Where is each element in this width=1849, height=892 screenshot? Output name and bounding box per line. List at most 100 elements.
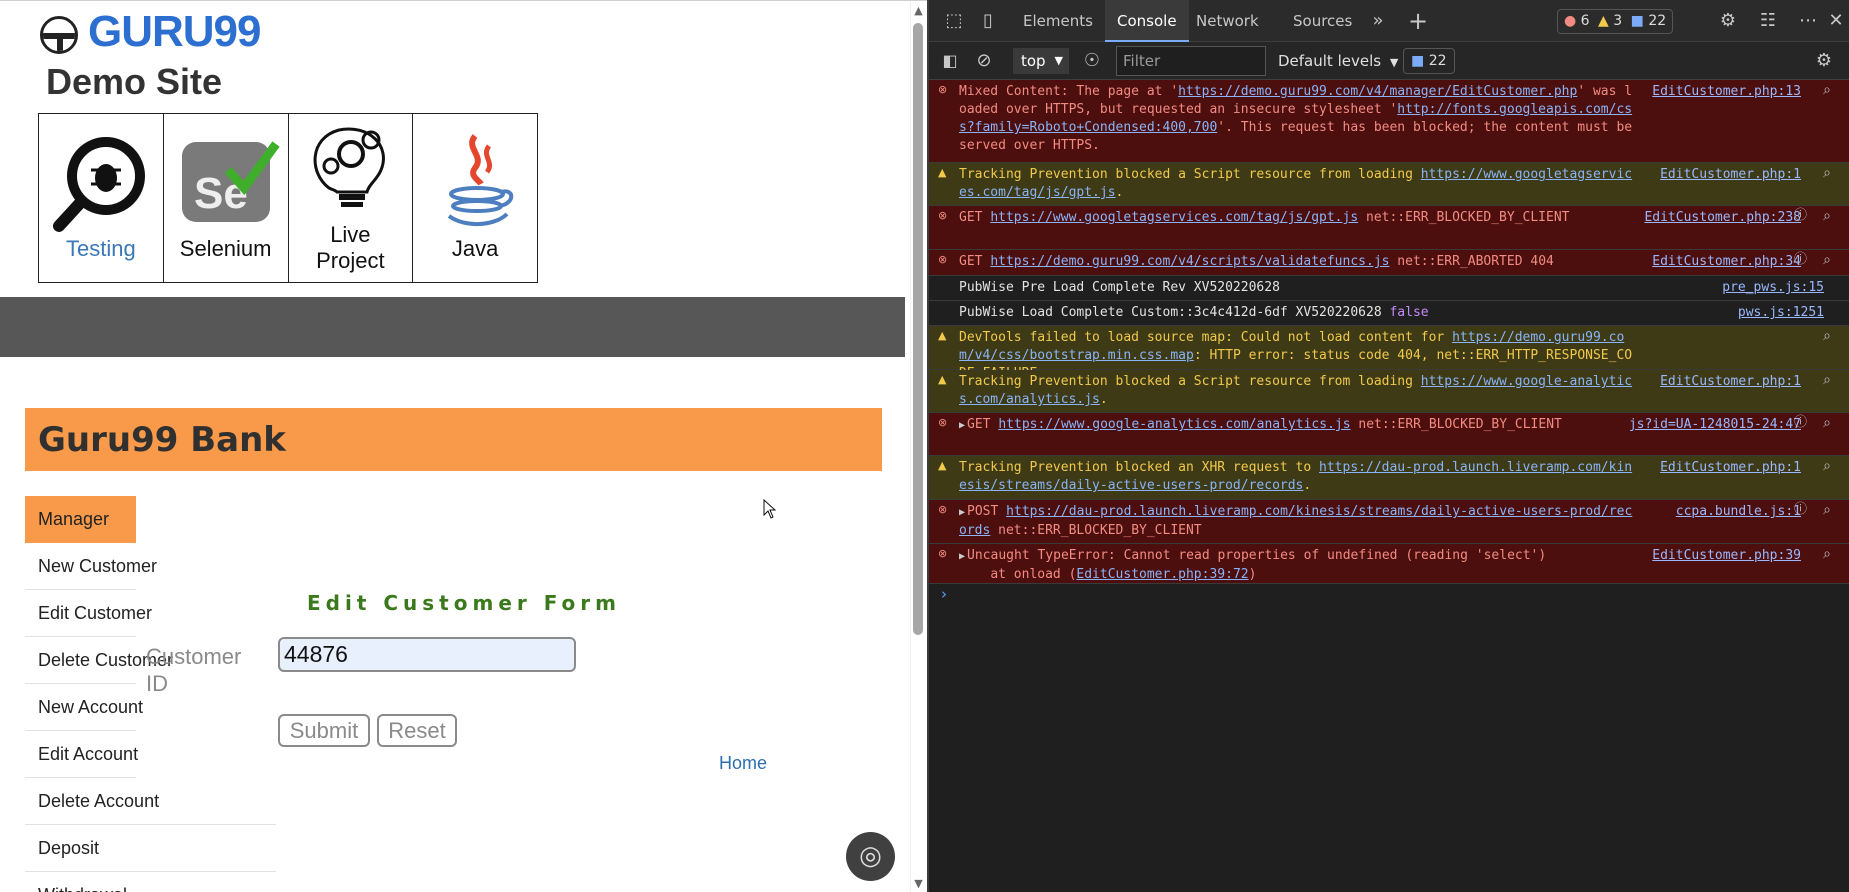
search-icon[interactable]: ⌕ — [1823, 328, 1831, 344]
console-message-error[interactable]: ⊗ GET https://demo.guru99.com/v4/scripts/… — [929, 250, 1849, 276]
source-link[interactable]: EditCustomer.php:13 — [1652, 83, 1801, 101]
settings-gear-icon[interactable]: ⚙ — [1713, 6, 1743, 36]
search-icon[interactable]: ⌕ — [1823, 82, 1831, 98]
source-link[interactable]: js?id=UA-1248015-24:47 — [1629, 416, 1801, 434]
scrollbar-thumb[interactable] — [913, 23, 923, 635]
expand-triangle-icon[interactable]: ▶ — [959, 417, 965, 435]
search-icon[interactable]: ⌕ — [1823, 546, 1831, 562]
guru99-logo-text[interactable]: GURU99 — [88, 10, 261, 54]
console-message-warn[interactable]: ▲ Tracking Prevention blocked a Script re… — [929, 163, 1849, 206]
source-link[interactable]: EditCustomer.php:39 — [1652, 547, 1801, 565]
console-message-error[interactable]: ⊗ GET https://www.googletagservices.com/t… — [929, 206, 1849, 250]
console-message-text: PubWise Pre Load Complete Rev XV52022062… — [959, 279, 1639, 297]
more-tabs-icon[interactable]: » — [1363, 6, 1393, 36]
inspect-element-icon[interactable]: ⬚ — [939, 6, 969, 36]
search-icon[interactable]: ⌕ — [1823, 165, 1831, 181]
home-link[interactable]: Home — [719, 752, 767, 774]
console-message-warn[interactable]: ▲ Tracking Prevention blocked a Script re… — [929, 370, 1849, 413]
source-link[interactable]: EditCustomer.php:34 — [1652, 253, 1801, 271]
search-icon[interactable]: ⌕ — [1823, 458, 1831, 474]
search-icon[interactable]: ⌕ — [1823, 252, 1831, 268]
source-link[interactable]: pre_pws.js:15 — [1722, 279, 1824, 297]
message-text: ) — [1248, 567, 1257, 582]
scroll-up-icon[interactable]: ▲ — [911, 4, 926, 18]
category-testing[interactable]: Testing — [39, 114, 164, 282]
console-message-info[interactable]: PubWise Pre Load Complete Rev XV52022062… — [929, 276, 1849, 301]
category-java[interactable]: Java — [413, 114, 537, 282]
menu-new-customer[interactable]: New Customer — [25, 543, 157, 590]
screen: GURU99 Demo Site Testing Se Selenium Liv… — [0, 0, 1849, 892]
issues-icon: ■ — [1411, 53, 1425, 69]
add-tab-icon[interactable]: + — [1403, 6, 1433, 36]
filter-input[interactable]: Filter — [1116, 46, 1266, 76]
source-link[interactable]: EditCustomer.php:238 — [1644, 209, 1801, 227]
error-icon: ⊗ — [938, 416, 948, 429]
source-link[interactable]: EditCustomer.php:1 — [1660, 166, 1801, 184]
tab-elements[interactable]: Elements — [1011, 0, 1105, 42]
customer-id-input[interactable]: 44876 — [278, 637, 576, 672]
ai-explain-icon[interactable]: ⓘ — [1794, 252, 1807, 268]
console-message-error[interactable]: ⊗ Mixed Content: The page at 'https://dem… — [929, 80, 1849, 163]
form-title: Edit Customer Form — [307, 591, 622, 615]
menu-delete-customer[interactable]: Delete Customer — [25, 637, 173, 684]
console-prompt-chevron-icon[interactable]: › — [941, 585, 947, 603]
more-options-icon[interactable]: ⋯ — [1793, 6, 1823, 36]
category-live-project[interactable]: Live Project — [289, 114, 414, 282]
menu-new-account[interactable]: New Account — [25, 684, 143, 731]
close-devtools-icon[interactable]: ✕ — [1821, 6, 1849, 36]
scroll-down-icon[interactable]: ▼ — [911, 877, 926, 891]
clear-console-icon[interactable]: ⊘ — [969, 46, 999, 76]
submit-button[interactable]: Submit — [278, 714, 370, 747]
console-message-error[interactable]: ⊗ ▶ Uncaught TypeError: Cannot read proper… — [929, 544, 1849, 584]
sidebar-toggle-icon[interactable]: ◧ — [935, 46, 965, 76]
live-expression-eye-icon[interactable]: ☉ — [1077, 46, 1107, 76]
issues-badge[interactable]: ■ 22 — [1403, 48, 1455, 74]
menu-manager[interactable]: Manager — [25, 496, 136, 543]
error-icon: ● — [1564, 13, 1577, 29]
chevron-down-icon: ▼ — [1054, 54, 1063, 67]
search-icon[interactable]: ⌕ — [1823, 208, 1831, 224]
ai-explain-icon[interactable]: ⓘ — [1794, 208, 1807, 224]
menu-delete-account[interactable]: Delete Account — [25, 778, 276, 825]
tab-sources[interactable]: Sources — [1281, 0, 1364, 42]
source-link[interactable]: EditCustomer.php:1 — [1660, 459, 1801, 477]
tab-network[interactable]: Network — [1184, 0, 1271, 42]
source-link[interactable]: ccpa.bundle.js:1 — [1676, 503, 1801, 521]
guru99-logo-icon[interactable] — [40, 16, 78, 54]
expand-triangle-icon[interactable]: ▶ — [959, 548, 965, 566]
message-text: PubWise Pre Load Complete Rev XV52022062… — [959, 280, 1280, 295]
menu-withdrawal[interactable]: Withdrawal — [25, 872, 276, 892]
console-settings-gear-icon[interactable]: ⚙ — [1809, 46, 1839, 76]
ai-explain-icon[interactable]: ⓘ — [1794, 502, 1807, 518]
message-link[interactable]: https://demo.guru99.com/v4/scripts/valid… — [990, 254, 1389, 269]
console-message-info[interactable]: PubWise Load Complete Custom::3c4c412d-6… — [929, 301, 1849, 326]
menu-edit-customer[interactable]: Edit Customer — [25, 590, 152, 637]
search-icon[interactable]: ⌕ — [1823, 372, 1831, 388]
console-counts-badge[interactable]: ● 6 ▲ 3 ■ 22 — [1557, 9, 1674, 34]
message-link[interactable]: https://demo.guru99.com/v4/manager/EditC… — [1178, 84, 1577, 99]
console-message-error[interactable]: ⊗ ▶ POST https://dau-prod.launch.liveramp.… — [929, 500, 1849, 544]
customize-icon[interactable]: ☷ — [1753, 6, 1783, 36]
fingerprint-icon[interactable]: ◎ — [846, 832, 895, 881]
log-levels-dropdown[interactable]: Default levels ▼ — [1278, 48, 1398, 76]
message-link[interactable]: EditCustomer.php:39:72 — [1076, 567, 1248, 582]
reset-button[interactable]: Reset — [377, 714, 457, 747]
message-link[interactable]: https://www.googletagservices.com/tag/js… — [990, 210, 1358, 225]
category-selenium[interactable]: Se Selenium — [164, 114, 289, 282]
device-emulation-icon[interactable]: ▯ — [973, 6, 1003, 36]
expand-triangle-icon[interactable]: ▶ — [959, 504, 965, 522]
menu-edit-account[interactable]: Edit Account — [25, 731, 138, 778]
menu-deposit[interactable]: Deposit — [25, 825, 276, 872]
console-message-error[interactable]: ⊗ ▶ GET https://www.google-analytics.com/a… — [929, 413, 1849, 456]
message-link[interactable]: https://www.google-analytics.com/analyti… — [998, 417, 1350, 432]
search-icon[interactable]: ⌕ — [1823, 415, 1831, 431]
tab-console[interactable]: Console — [1105, 0, 1189, 42]
search-icon[interactable]: ⌕ — [1823, 502, 1831, 518]
source-link[interactable]: pws.js:1251 — [1738, 304, 1824, 322]
context-select[interactable]: top ▼ — [1013, 48, 1069, 74]
source-link[interactable]: EditCustomer.php:1 — [1660, 373, 1801, 391]
ai-explain-icon[interactable]: ⓘ — [1794, 415, 1807, 431]
message-icon: ■ — [1630, 13, 1644, 29]
console-message-warn[interactable]: ▲ Tracking Prevention blocked an XHR requ… — [929, 456, 1849, 500]
console-message-warn[interactable]: ▲ DevTools failed to load source map: Cou… — [929, 326, 1849, 381]
